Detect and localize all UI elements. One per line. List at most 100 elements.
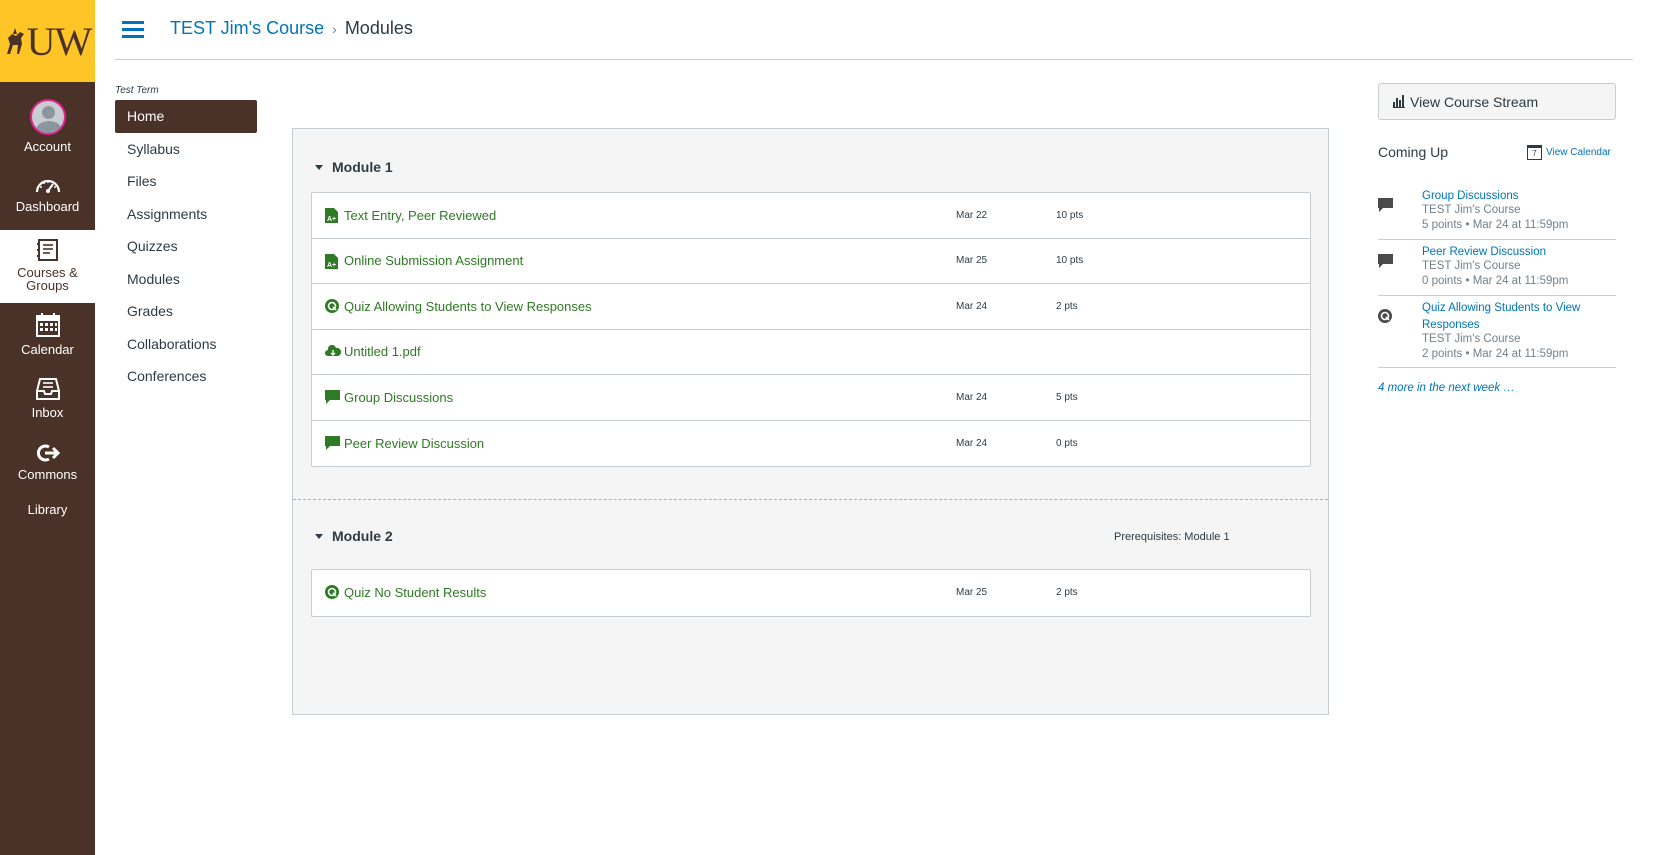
module-item-date: Mar 25 bbox=[956, 587, 988, 599]
dashboard-icon bbox=[35, 179, 60, 193]
more-coming-up-link[interactable]: 4 more in the next week … bbox=[1378, 382, 1515, 394]
module-item-date: Mar 25 bbox=[956, 255, 988, 267]
nav-calendar[interactable]: Calendar bbox=[0, 312, 95, 357]
breadcrumb-separator-icon: › bbox=[332, 20, 337, 37]
coming-up-item[interactable]: Quiz Allowing Students to View Responses… bbox=[1378, 298, 1616, 368]
module-item[interactable]: Quiz Allowing Students to View Responses… bbox=[312, 284, 1310, 330]
hamburger-menu-icon[interactable] bbox=[122, 21, 144, 38]
module-title: Module 2 bbox=[332, 528, 393, 544]
coming-up-item[interactable]: Peer Review Discussion TEST Jim's Course… bbox=[1378, 242, 1616, 296]
nav-account-label: Account bbox=[24, 139, 71, 154]
breadcrumb: TEST Jim's Course › Modules bbox=[170, 18, 413, 39]
module-item[interactable]: Peer Review Discussion Mar 24 0 pts bbox=[312, 421, 1310, 467]
module-items-list: Quiz No Student Results Mar 25 2 pts bbox=[311, 569, 1311, 617]
account-avatar-icon bbox=[29, 99, 66, 135]
course-nav-files[interactable]: Files bbox=[115, 165, 257, 198]
calendar-icon bbox=[35, 313, 60, 337]
course-nav-home[interactable]: Home bbox=[115, 100, 257, 133]
coming-up-meta: 0 points • Mar 24 at 11:59pm bbox=[1422, 275, 1569, 287]
nav-inbox[interactable]: Inbox bbox=[0, 377, 95, 420]
global-nav: UW Account Dashboard Courses & Groups Ca… bbox=[0, 0, 95, 855]
nav-courses-label: Courses & Groups bbox=[17, 265, 78, 293]
view-calendar-label: View Calendar bbox=[1546, 147, 1611, 158]
nav-commons-label: Commons bbox=[17, 467, 78, 482]
module-prerequisites: Prerequisites: Module 1 bbox=[1114, 531, 1230, 543]
coming-up-title[interactable]: Quiz Allowing Students to View Responses bbox=[1422, 300, 1602, 334]
svg-text:A+: A+ bbox=[327, 216, 336, 223]
module-item-date: Mar 24 bbox=[956, 437, 988, 449]
module-item-title[interactable]: Group Discussions bbox=[344, 390, 453, 405]
commons-icon bbox=[36, 444, 60, 462]
courses-icon bbox=[36, 239, 58, 261]
collapse-caret-icon[interactable] bbox=[315, 164, 323, 170]
view-course-stream-label: View Course Stream bbox=[1410, 93, 1539, 110]
module-item-title[interactable]: Untitled 1.pdf bbox=[344, 344, 421, 359]
module-item-title[interactable]: Quiz Allowing Students to View Responses bbox=[344, 299, 592, 314]
file-icon bbox=[325, 344, 341, 356]
nav-dashboard[interactable]: Dashboard bbox=[0, 175, 95, 214]
module-item-date: Mar 22 bbox=[956, 209, 988, 221]
module-item-date: Mar 24 bbox=[956, 391, 988, 403]
module-item[interactable]: A+ Text Entry, Peer Reviewed Mar 22 10 p… bbox=[312, 193, 1310, 239]
coming-up-course: TEST Jim's Course bbox=[1422, 260, 1521, 272]
assignment-icon: A+ bbox=[325, 253, 338, 269]
calendar-icon: 7 bbox=[1527, 145, 1542, 160]
nav-courses[interactable]: Courses & Groups bbox=[0, 230, 95, 303]
collapse-caret-icon[interactable] bbox=[315, 533, 323, 539]
discussion-icon bbox=[325, 435, 340, 450]
course-nav-quizzes[interactable]: Quizzes bbox=[115, 230, 257, 263]
assignment-icon: A+ bbox=[325, 208, 338, 223]
quiz-icon bbox=[325, 585, 339, 599]
nav-library-label: Library bbox=[27, 502, 68, 517]
module-item-points: 5 pts bbox=[1056, 391, 1078, 403]
coming-up-title[interactable]: Group Discussions bbox=[1422, 188, 1519, 205]
bucking-horse-icon bbox=[6, 28, 24, 54]
nav-dashboard-label: Dashboard bbox=[15, 199, 80, 214]
nav-account[interactable]: Account bbox=[0, 99, 95, 154]
nav-library[interactable]: Library bbox=[0, 502, 95, 517]
module-item-title[interactable]: Online Submission Assignment bbox=[344, 253, 523, 268]
page-header: TEST Jim's Course › Modules bbox=[115, 0, 1633, 60]
module-item[interactable]: Quiz No Student Results Mar 25 2 pts bbox=[312, 570, 1310, 616]
module-item-points: 0 pts bbox=[1056, 437, 1078, 449]
uw-logo[interactable]: UW bbox=[0, 0, 95, 82]
module-item[interactable]: Group Discussions Mar 24 5 pts bbox=[312, 375, 1310, 421]
modules-container: Module 1 A+ Text Entry, Peer Reviewed Ma… bbox=[292, 128, 1329, 715]
coming-up-course: TEST Jim's Course bbox=[1422, 204, 1521, 216]
quiz-icon bbox=[1378, 309, 1392, 323]
module-items-list: A+ Text Entry, Peer Reviewed Mar 22 10 p… bbox=[311, 192, 1311, 467]
coming-up-meta: 2 points • Mar 24 at 11:59pm bbox=[1422, 348, 1569, 360]
coming-up-heading: Coming Up bbox=[1378, 144, 1449, 160]
module-item-points: 2 pts bbox=[1056, 587, 1078, 599]
course-nav: Home Syllabus Files Assignments Quizzes … bbox=[115, 100, 257, 393]
module-item-title[interactable]: Text Entry, Peer Reviewed bbox=[344, 208, 496, 223]
module-item-points: 2 pts bbox=[1056, 300, 1078, 312]
module-item[interactable]: Untitled 1.pdf bbox=[312, 330, 1310, 375]
course-nav-collaborations[interactable]: Collaborations bbox=[115, 328, 257, 361]
view-calendar-link[interactable]: 7 View Calendar bbox=[1527, 145, 1611, 160]
module-header[interactable]: Module 1 bbox=[315, 159, 393, 175]
course-nav-assignments[interactable]: Assignments bbox=[115, 198, 257, 231]
bar-chart-icon bbox=[1393, 94, 1405, 108]
module-item-title[interactable]: Peer Review Discussion bbox=[344, 436, 484, 451]
course-nav-conferences[interactable]: Conferences bbox=[115, 360, 257, 393]
module-item-title[interactable]: Quiz No Student Results bbox=[344, 585, 486, 600]
coming-up-item[interactable]: Group Discussions TEST Jim's Course 5 po… bbox=[1378, 186, 1616, 240]
module-item-date: Mar 24 bbox=[956, 300, 988, 312]
course-nav-grades[interactable]: Grades bbox=[115, 295, 257, 328]
discussion-icon bbox=[1378, 198, 1393, 212]
module-title: Module 1 bbox=[332, 159, 393, 175]
inbox-icon bbox=[35, 378, 60, 400]
view-course-stream-button[interactable]: View Course Stream bbox=[1378, 83, 1616, 120]
coming-up-course: TEST Jim's Course bbox=[1422, 333, 1521, 345]
nav-commons[interactable]: Commons bbox=[0, 443, 95, 482]
course-nav-syllabus[interactable]: Syllabus bbox=[115, 133, 257, 166]
discussion-icon bbox=[325, 390, 340, 404]
course-nav-modules[interactable]: Modules bbox=[115, 263, 257, 296]
module-item-points: 10 pts bbox=[1056, 209, 1084, 221]
coming-up-title[interactable]: Peer Review Discussion bbox=[1422, 244, 1546, 261]
breadcrumb-course-link[interactable]: TEST Jim's Course bbox=[170, 18, 324, 39]
module-header[interactable]: Module 2 bbox=[315, 528, 393, 544]
module-item[interactable]: A+ Online Submission Assignment Mar 25 1… bbox=[312, 239, 1310, 284]
logo-text: UW bbox=[26, 18, 93, 64]
